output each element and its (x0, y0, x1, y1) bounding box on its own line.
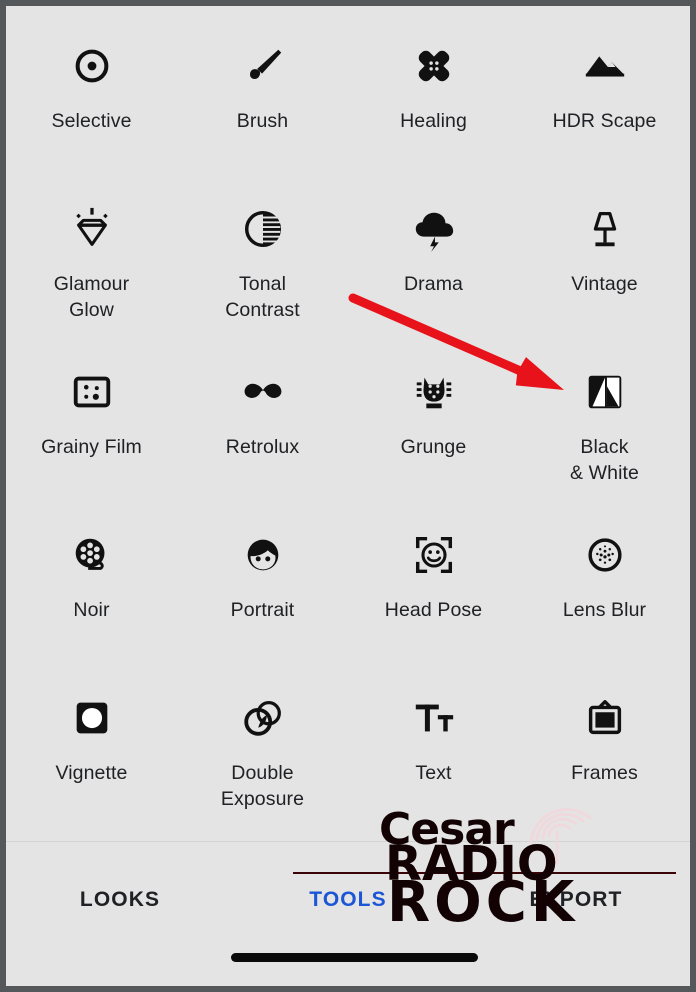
tool-item-text[interactable]: Text (348, 676, 519, 786)
tool-item-label: Healing (400, 110, 467, 132)
tools-grid: Selective Brush Healing HDR Scape Glamour Gl… (6, 6, 690, 839)
tool-item-label: Double Exposure (220, 762, 305, 810)
diamond-sparkle-icon (66, 203, 118, 255)
tool-item-tonal-contrast[interactable]: Tonal Contrast (177, 187, 348, 323)
tool-item-head-pose[interactable]: Head Pose (348, 513, 519, 623)
tool-item-label: Vintage (571, 273, 638, 295)
tab-export[interactable]: EXPORT (462, 888, 690, 912)
healing-bandage-icon (408, 40, 460, 92)
tool-item-label: Head Pose (384, 599, 483, 621)
tool-item-portrait[interactable]: Portrait (177, 513, 348, 623)
tool-item-label: Drama (403, 273, 463, 295)
moustache-icon (237, 366, 289, 418)
contrast-circle-icon (237, 203, 289, 255)
tool-item-vintage[interactable]: Vintage (519, 187, 690, 297)
tool-item-noir[interactable]: Noir (6, 513, 177, 623)
tool-item-brush[interactable]: Brush (177, 24, 348, 134)
guitar-headstock-icon (408, 366, 460, 418)
black-white-square-icon (579, 366, 631, 418)
tool-item-black-white[interactable]: Black & White (519, 350, 690, 486)
film-reel-icon (66, 529, 118, 581)
tool-item-double-exposure[interactable]: Double Exposure (177, 676, 348, 812)
grain-square-icon (66, 366, 118, 418)
storm-cloud-icon (408, 203, 460, 255)
double-circles-icon (237, 692, 289, 744)
tool-item-label: Lens Blur (562, 599, 647, 621)
tool-item-vignette[interactable]: Vignette (6, 676, 177, 786)
tool-item-label: HDR Scape (552, 110, 657, 132)
photo-editor-app: Selective Brush Healing HDR Scape Glamour Gl… (6, 6, 690, 986)
tool-item-label: Grainy Film (41, 436, 142, 458)
tool-item-label: Portrait (230, 599, 295, 621)
brush-icon (237, 40, 289, 92)
tool-item-label: Grunge (400, 436, 467, 458)
home-indicator[interactable] (231, 953, 478, 962)
tab-tools[interactable]: TOOLS (234, 888, 462, 912)
selective-icon (66, 40, 118, 92)
frame-picture-icon (579, 692, 631, 744)
tool-item-label: Frames (571, 762, 638, 784)
tool-item-grunge[interactable]: Grunge (348, 350, 519, 460)
tool-item-frames[interactable]: Frames (519, 676, 690, 786)
tool-item-label: Text (415, 762, 452, 784)
phone-screenshot: Selective Brush Healing HDR Scape Glamour Gl… (0, 0, 696, 992)
tool-item-label: Retrolux (225, 436, 300, 458)
tool-item-label: Brush (236, 110, 289, 132)
tool-item-label: Noir (73, 599, 110, 621)
face-portrait-icon (237, 529, 289, 581)
lens-blur-circle-icon (579, 529, 631, 581)
bottom-navigation-bar: LOOKS TOOLS EXPORT (6, 842, 690, 986)
tool-item-glamour-glow[interactable]: Glamour Glow (6, 187, 177, 323)
mountains-icon (579, 40, 631, 92)
tool-item-label: Tonal Contrast (225, 273, 300, 321)
vignette-square-icon (66, 692, 118, 744)
tool-item-selective[interactable]: Selective (6, 24, 177, 134)
tool-item-label: Vignette (55, 762, 128, 784)
tool-item-label: Black & White (570, 436, 639, 484)
tool-item-hdr-scape[interactable]: HDR Scape (519, 24, 690, 134)
tool-item-label: Glamour Glow (53, 273, 130, 321)
tool-item-healing[interactable]: Healing (348, 24, 519, 134)
text-tt-icon (408, 692, 460, 744)
table-lamp-icon (579, 203, 631, 255)
tool-item-retrolux[interactable]: Retrolux (177, 350, 348, 460)
tool-item-grainy-film[interactable]: Grainy Film (6, 350, 177, 460)
face-framed-icon (408, 529, 460, 581)
tool-item-label: Selective (51, 110, 132, 132)
tool-item-lens-blur[interactable]: Lens Blur (519, 513, 690, 623)
tab-looks[interactable]: LOOKS (6, 888, 234, 912)
tool-item-drama[interactable]: Drama (348, 187, 519, 297)
